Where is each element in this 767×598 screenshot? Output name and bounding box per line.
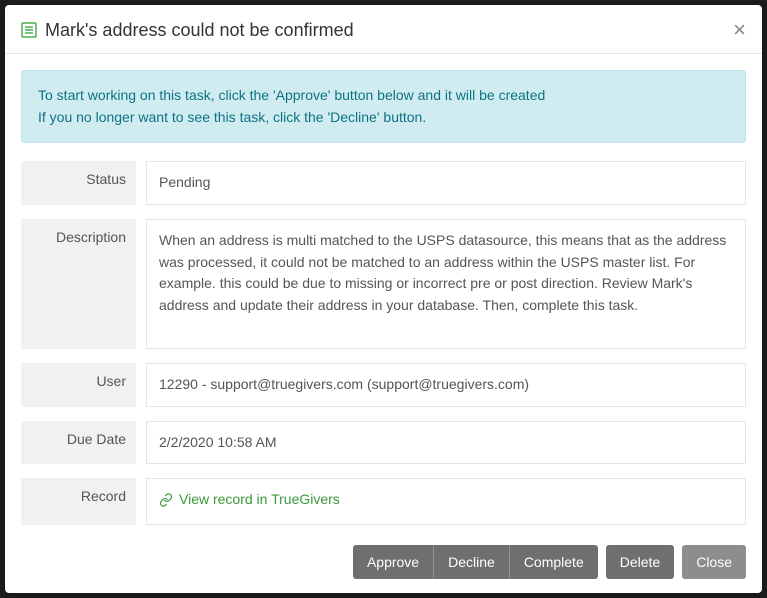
fields: Status Pending Description When an addre…: [21, 161, 746, 525]
value-record: View record in TrueGivers: [146, 478, 746, 525]
task-preview-modal: Mark's address could not be confirmed × …: [5, 5, 762, 593]
alert-line-1: To start working on this task, click the…: [38, 85, 729, 107]
modal-title-wrap: Mark's address could not be confirmed: [21, 20, 354, 41]
alert-line-2: If you no longer want to see this task, …: [38, 107, 729, 129]
close-button[interactable]: Close: [682, 545, 746, 579]
label-user: User: [21, 363, 136, 407]
modal-body: To start working on this task, click the…: [5, 54, 762, 531]
value-description: When an address is multi matched to the …: [146, 219, 746, 349]
close-icon[interactable]: ×: [733, 19, 746, 41]
row-status: Status Pending: [21, 161, 746, 205]
backdrop: Mark's address could not be confirmed × …: [0, 0, 767, 598]
value-user: 12290 - support@truegivers.com (support@…: [146, 363, 746, 407]
complete-button[interactable]: Complete: [509, 545, 598, 579]
modal-header: Mark's address could not be confirmed ×: [5, 5, 762, 54]
approve-button[interactable]: Approve: [353, 545, 433, 579]
value-due-date: 2/2/2020 10:58 AM: [146, 421, 746, 465]
label-due-date: Due Date: [21, 421, 136, 465]
row-record: Record View record in TrueGivers: [21, 478, 746, 525]
info-alert: To start working on this task, click the…: [21, 70, 746, 143]
row-description: Description When an address is multi mat…: [21, 219, 746, 349]
action-button-group: Approve Decline Complete: [353, 545, 598, 579]
link-icon: [159, 493, 173, 507]
task-icon: [21, 22, 37, 38]
modal-title: Mark's address could not be confirmed: [45, 20, 354, 41]
modal-footer: Approve Decline Complete Delete Close: [5, 531, 762, 593]
row-user: User 12290 - support@truegivers.com (sup…: [21, 363, 746, 407]
record-link-text: View record in TrueGivers: [179, 489, 340, 511]
label-record: Record: [21, 478, 136, 525]
value-status: Pending: [146, 161, 746, 205]
record-link[interactable]: View record in TrueGivers: [159, 489, 340, 511]
decline-button[interactable]: Decline: [433, 545, 509, 579]
delete-button[interactable]: Delete: [606, 545, 674, 579]
label-description: Description: [21, 219, 136, 349]
label-status: Status: [21, 161, 136, 205]
row-due-date: Due Date 2/2/2020 10:58 AM: [21, 421, 746, 465]
